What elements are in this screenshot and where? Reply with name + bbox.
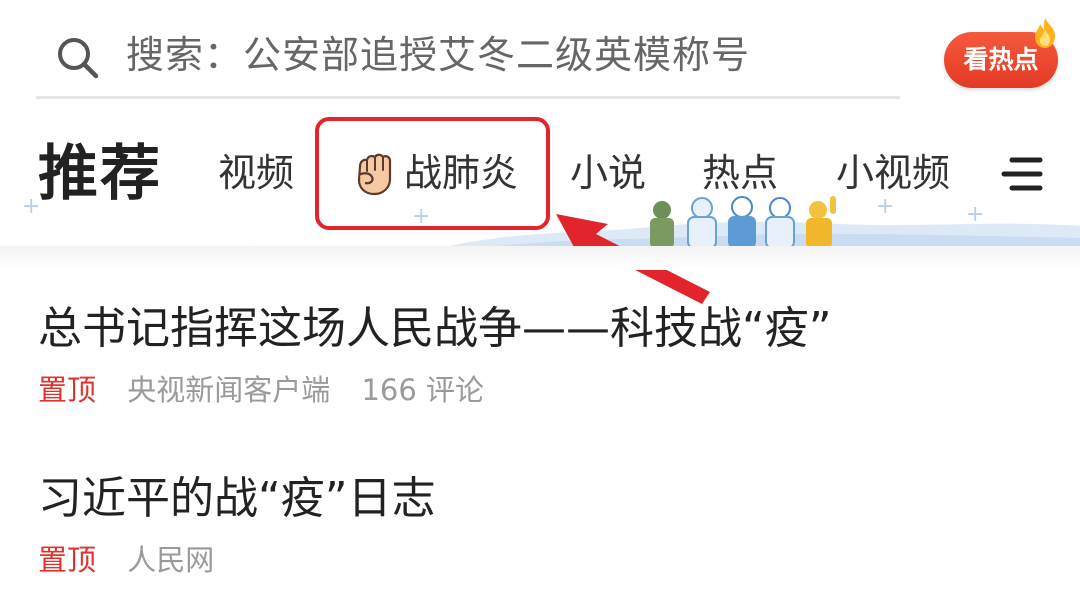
news-item[interactable]: 总书记指挥这场人民战争——科技战“疫” 置顶 央视新闻客户端 166 评论 [38,300,1048,408]
section-divider [0,246,1080,270]
news-item[interactable]: 习近平的战“疫”日志 置顶 人民网 [38,470,1048,578]
news-title[interactable]: 习近平的战“疫”日志 [38,470,1048,528]
news-comments: 166 评论 [361,373,485,407]
tab-small-video[interactable]: 小视频 [836,148,950,198]
search-input-placeholder[interactable]: 搜索：公安部追授艾冬二级英模称号 [126,30,750,80]
search-bar[interactable]: 搜索：公安部追授艾冬二级英模称号 [36,14,900,99]
sparkle-decoration: + [876,194,895,219]
pinned-badge: 置顶 [38,373,97,407]
news-source: 央视新闻客户端 [127,373,331,407]
news-meta: 置顶 人民网 [38,542,1048,578]
tab-video[interactable]: 视频 [218,148,294,198]
news-source: 人民网 [127,543,215,577]
menu-icon[interactable] [998,154,1046,194]
flame-icon [1035,18,1056,48]
news-meta: 置顶 央视新闻客户端 166 评论 [38,372,1048,408]
news-title[interactable]: 总书记指挥这场人民战争——科技战“疫” [38,300,1048,358]
search-icon [58,38,99,79]
tab-novel[interactable]: 小说 [570,148,646,198]
app-page: 搜索：公安部追授艾冬二级英模称号 看热点 + + + + 推荐 视频 战肺炎 小… [0,0,1080,610]
highlight-annotation-box [315,117,550,230]
tab-recommend[interactable]: 推荐 [38,138,162,210]
pinned-badge: 置顶 [38,543,97,577]
tab-hot[interactable]: 热点 [702,148,778,198]
sparkle-decoration: + [966,202,985,227]
